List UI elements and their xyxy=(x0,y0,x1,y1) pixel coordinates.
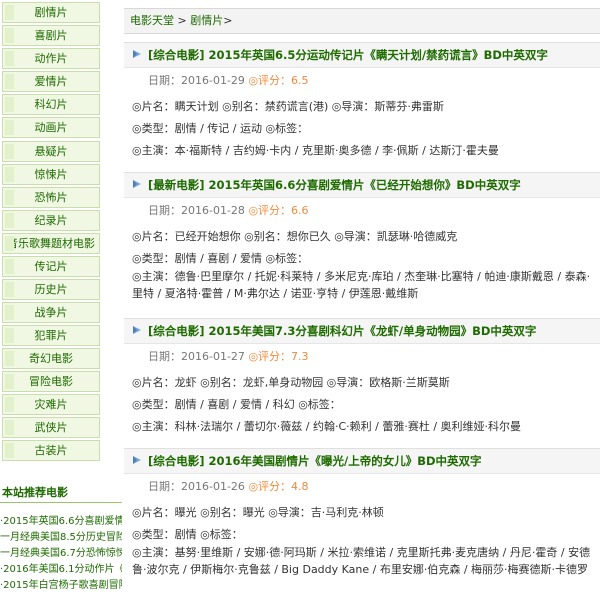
category-link[interactable]: 历史片 xyxy=(2,279,100,300)
entry-date-text: 日期：2016-01-26 xyxy=(148,480,249,493)
entry-title-link[interactable]: [综合电影] 2016年美国剧情片《曝光/上帝的女儿》BD中英双字 xyxy=(148,448,482,474)
bullet-icon xyxy=(133,50,141,58)
entry-date: 日期：2016-01-27 ◎评分：7.3 xyxy=(148,348,309,364)
category-link[interactable]: 冒险电影 xyxy=(2,371,100,392)
entry-genre-line: ◎类型：剧情 ◎标签： xyxy=(132,528,243,541)
entry-date-text: 日期：2016-01-29 xyxy=(148,74,249,87)
bullet-icon xyxy=(133,180,141,188)
category-link[interactable]: 恐怖片 xyxy=(2,187,100,208)
breadcrumb-current-link[interactable]: 剧情片 xyxy=(190,14,223,27)
category-link[interactable]: 悬疑片 xyxy=(2,141,100,162)
entry-title-link[interactable]: [综合电影] 2015年美国7.3分喜剧科幻片《龙虾/单身动物园》BD中英双字 xyxy=(148,318,536,344)
entry-score: ◎评分：4.8 xyxy=(248,480,309,493)
category-link[interactable]: 武侠片 xyxy=(2,417,100,438)
entry-title-link[interactable]: [综合电影] 2015年英国6.5分运动传记片《瞒天计划/禁药谎言》BD中英双字 xyxy=(148,42,548,68)
category-link[interactable]: 奇幻电影 xyxy=(2,348,100,369)
entry-date-text: 日期：2016-01-28 xyxy=(148,204,249,217)
entry-cast-line: ◎主演：本·福斯特 / 吉约姆·卡内 / 克里斯·奥多德 / 李·佩斯 / 达斯… xyxy=(132,144,499,157)
category-sidebar: 剧情片 喜剧片 动作片 爱情片 科幻片 动画片悬疑片 惊悚片 恐怖片 纪录片 音乐歌舞题材电影 传记… xyxy=(0,0,104,600)
recommend-link[interactable]: ·2015年英国6.6分喜剧爱情片《 xyxy=(0,515,122,529)
entry-date: 日期：2016-01-29 ◎评分：6.5 xyxy=(148,72,309,88)
entry-genre-line: ◎类型：剧情 / 喜剧 / 爱情 / 科幻 ◎标签： xyxy=(132,398,341,411)
entry-score: ◎评分：6.6 xyxy=(248,204,309,217)
recommend-link[interactable]: 一月经典美国8.5分历史冒险片 xyxy=(0,531,122,545)
entry-date-text: 日期：2016-01-27 xyxy=(148,350,249,363)
entry-cast-line: ◎主演：基努·里维斯 / 安娜·德·阿玛斯 / 米拉·索维诺 / 克里斯托弗·麦… xyxy=(132,546,591,576)
category-link[interactable]: 动画片 xyxy=(2,117,100,138)
recommend-link[interactable]: ·2016年美国6.1分动作片《最后 xyxy=(0,563,122,577)
entry-name-line: ◎片名：曝光 ◎别名：曝光 ◎导演：吉·马利克·林顿 xyxy=(132,506,384,519)
breadcrumb-home-link[interactable]: 电影天堂 xyxy=(130,14,174,27)
breadcrumb-tail: > xyxy=(223,14,233,27)
category-link[interactable]: 动作片 xyxy=(2,48,100,69)
recommend-link[interactable]: ·2015年白宫杨子歌喜剧冒险片 xyxy=(0,579,122,593)
bullet-icon xyxy=(133,456,141,464)
recommend-section-title: 本站推荐电影 xyxy=(0,483,122,503)
category-link[interactable]: 喜剧片 xyxy=(2,25,100,46)
main-content: 电影天堂 > 剧情片> [综合电影] 2015年英国6.5分运动传记片《瞒天计划… xyxy=(124,0,600,600)
bullet-icon xyxy=(133,326,141,334)
entry-date: 日期：2016-01-26 ◎评分：4.8 xyxy=(148,478,309,494)
category-link[interactable]: 古装片 xyxy=(2,440,100,461)
category-link[interactable]: 犯罪片 xyxy=(2,325,100,346)
recommend-link[interactable]: 一月经典美国6.7分恐怖惊悚片 xyxy=(0,547,122,561)
entry-genre-line: ◎类型：剧情 / 喜剧 / 爱情 ◎标签： xyxy=(132,252,309,265)
entry-score: ◎评分：7.3 xyxy=(248,350,309,363)
entry-name-line: ◎片名：瞒天计划 ◎别名：禁药谎言(港) ◎导演：斯蒂芬·弗雷斯 xyxy=(132,100,444,113)
entry-name-line: ◎片名：已经开始想你 ◎别名：想你已久 ◎导演：凯瑟琳·哈德威克 xyxy=(132,230,458,243)
category-link[interactable]: 传记片 xyxy=(2,256,100,277)
category-link[interactable]: 爱情片 xyxy=(2,71,100,92)
entry-cast-line: ◎主演：科林·法瑞尔 / 蕾切尔·薇兹 / 约翰·C·赖利 / 蕾雅·赛杜 / … xyxy=(132,420,522,433)
breadcrumb-separator: > xyxy=(174,14,191,27)
category-link[interactable]: 音乐歌舞题材电影 xyxy=(2,233,100,254)
category-link[interactable]: 灾难片 xyxy=(2,394,100,415)
entry-cast-line: ◎主演：德鲁·巴里摩尔 / 托妮·科莱特 / 多米尼克·库珀 / 杰奎琳·比塞特… xyxy=(132,270,591,300)
breadcrumb: 电影天堂 > 剧情片> xyxy=(124,8,600,34)
entry-score: ◎评分：6.5 xyxy=(248,74,309,87)
entry-date: 日期：2016-01-28 ◎评分：6.6 xyxy=(148,202,309,218)
category-link[interactable]: 科幻片 xyxy=(2,94,100,115)
category-link[interactable]: 惊悚片 xyxy=(2,164,100,185)
entry-name-line: ◎片名：龙虾 ◎别名：龙虾,单身动物园 ◎导演：欧格斯·兰斯莫斯 xyxy=(132,376,450,389)
category-link[interactable]: 剧情片 xyxy=(2,2,100,23)
category-link[interactable]: 战争片 xyxy=(2,302,100,323)
category-link[interactable]: 纪录片 xyxy=(2,210,100,231)
entry-genre-line: ◎类型：剧情 / 传记 / 运动 ◎标签： xyxy=(132,122,309,135)
entry-title-link[interactable]: [最新电影] 2015年英国6.6分喜剧爱情片《已经开始想你》BD中英双字 xyxy=(148,172,521,198)
